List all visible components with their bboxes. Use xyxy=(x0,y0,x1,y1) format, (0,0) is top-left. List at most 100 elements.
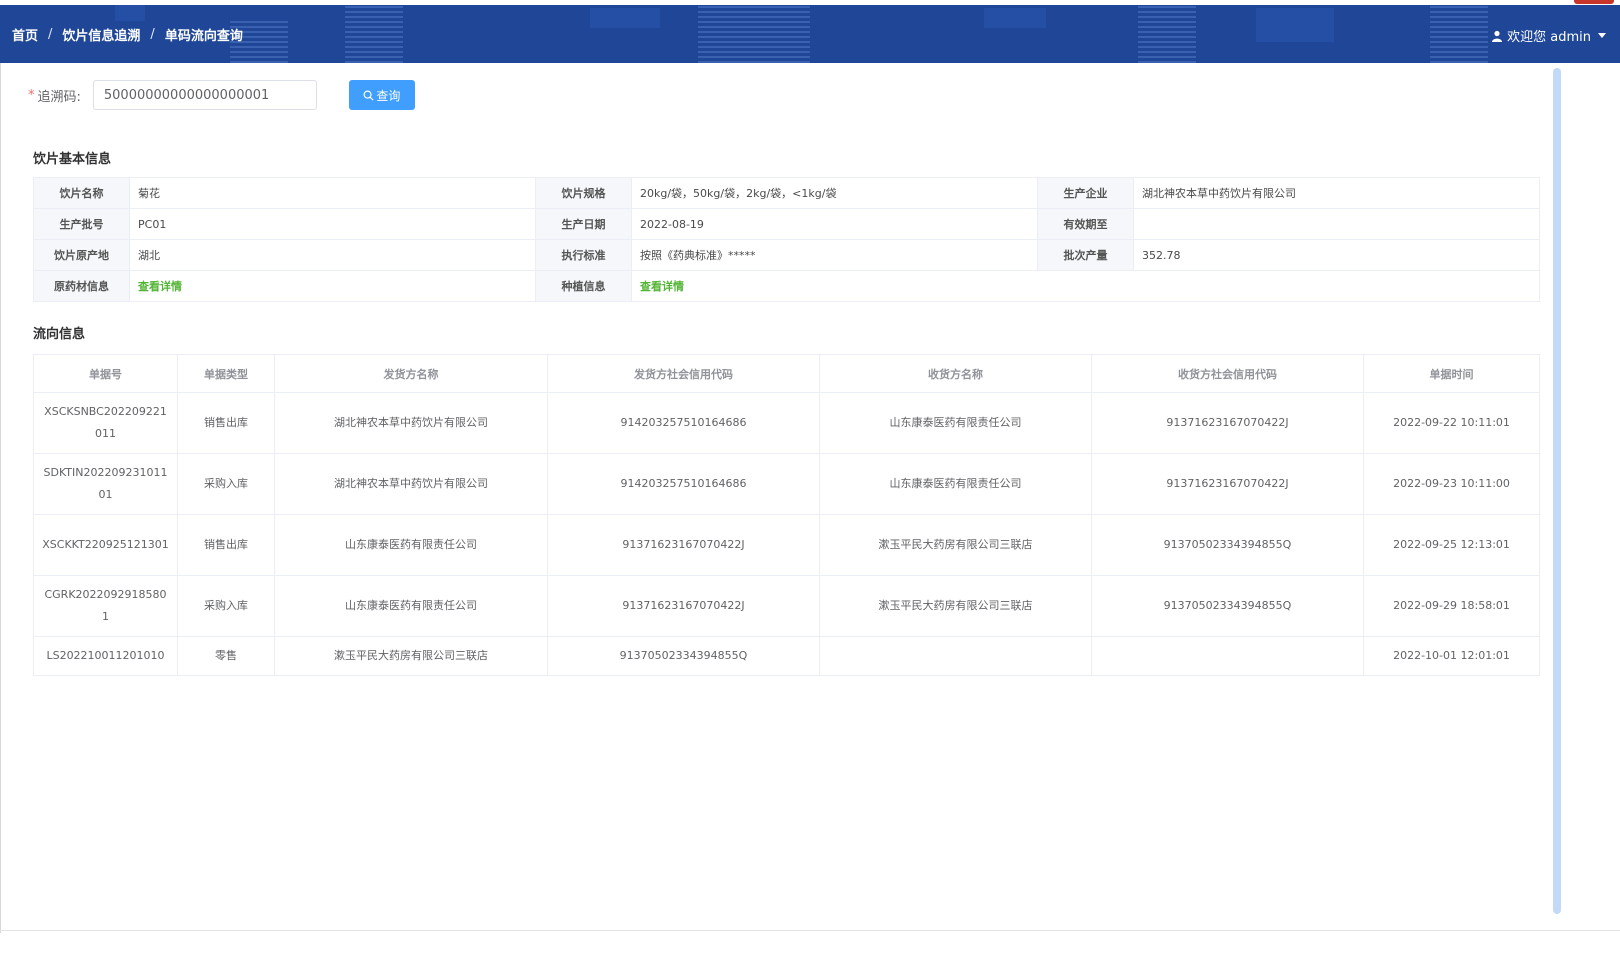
table-row: XSCKKT220925121301 销售出库 山东康泰医药有限责任公司 913… xyxy=(33,514,1540,576)
column-header: 单据类型 xyxy=(177,354,275,393)
cell-sender-code: 914203257510164686 xyxy=(547,453,820,515)
cell-sender-name: 漱玉平民大药房有限公司三联店 xyxy=(274,636,548,676)
user-greeting: 欢迎您 admin xyxy=(1507,30,1591,45)
info-label-prod-date: 生产日期 xyxy=(535,208,632,240)
required-mark: * xyxy=(28,87,35,103)
cell-doc-no: XSCKKT220925121301 xyxy=(33,514,178,576)
cell-doc-type: 销售出库 xyxy=(177,514,275,576)
info-value-raw-material: 查看详情 xyxy=(129,270,536,302)
column-header: 单据号 xyxy=(33,354,178,393)
info-label-name: 饮片名称 xyxy=(33,177,130,209)
vertical-scrollbar[interactable] xyxy=(1553,68,1561,914)
info-value-planting: 查看详情 xyxy=(631,270,1540,302)
cell-doc-no: CGRK20220929185801 xyxy=(33,575,178,637)
search-form: * 追溯码: 查询 xyxy=(28,80,415,110)
info-value-spec: 20kg/袋，50kg/袋，2kg/袋，<1kg/袋 xyxy=(631,177,1038,209)
table-row: CGRK20220929185801 采购入库 山东康泰医药有限责任公司 913… xyxy=(33,575,1540,637)
flow-info-title: 流向信息 xyxy=(33,327,86,342)
cell-doc-no: LS202210011201010 xyxy=(33,636,178,676)
cell-receiver-name: 山东康泰医药有限责任公司 xyxy=(819,453,1092,515)
cell-sender-name: 山东康泰医药有限责任公司 xyxy=(274,575,548,637)
info-label-raw-material: 原药材信息 xyxy=(33,270,130,302)
cell-receiver-code: 91371623167070422J xyxy=(1091,453,1364,515)
top-accent-bar xyxy=(1574,0,1614,4)
breadcrumb-trace[interactable]: 饮片信息追溯 xyxy=(62,25,140,44)
user-menu[interactable]: 欢迎您 admin xyxy=(1491,26,1606,45)
query-button[interactable]: 查询 xyxy=(348,80,415,110)
cell-doc-time: 2022-09-29 18:58:01 xyxy=(1363,575,1540,637)
bottom-border xyxy=(0,930,1620,931)
trace-code-label: 追溯码: xyxy=(37,89,81,105)
cell-doc-time: 2022-10-01 12:01:01 xyxy=(1363,636,1540,676)
header-decoration xyxy=(115,5,145,21)
info-row: 原药材信息 查看详情 种植信息 查看详情 xyxy=(33,270,1540,302)
header-decoration xyxy=(345,5,403,63)
cell-doc-no: XSCKSNBC202209221011 xyxy=(33,392,178,454)
user-icon xyxy=(1492,30,1503,42)
cell-receiver-code xyxy=(1091,636,1364,676)
breadcrumb-separator: / xyxy=(150,27,155,42)
info-value-manufacturer: 湖北神农本草中药饮片有限公司 xyxy=(1133,177,1540,209)
cell-sender-code: 914203257510164686 xyxy=(547,392,820,454)
cell-sender-name: 山东康泰医药有限责任公司 xyxy=(274,514,548,576)
cell-receiver-name: 山东康泰医药有限责任公司 xyxy=(819,392,1092,454)
info-value-standard: 按照《药典标准》***** xyxy=(631,239,1038,271)
cell-doc-type: 零售 xyxy=(177,636,275,676)
info-value-batch: PC01 xyxy=(129,208,536,240)
left-border xyxy=(0,63,1,933)
basic-info-table: 饮片名称 菊花 饮片规格 20kg/袋，50kg/袋，2kg/袋，<1kg/袋 … xyxy=(33,177,1540,302)
cell-receiver-name xyxy=(819,636,1092,676)
cell-sender-code: 91370502334394855Q xyxy=(547,636,820,676)
table-row: SDKTIN20220923101101 采购入库 湖北神农本草中药饮片有限公司… xyxy=(33,453,1540,515)
cell-doc-time: 2022-09-22 10:11:01 xyxy=(1363,392,1540,454)
header-decoration xyxy=(698,5,810,63)
cell-doc-type: 采购入库 xyxy=(177,575,275,637)
column-header: 单据时间 xyxy=(1363,354,1540,393)
cell-doc-time: 2022-09-25 12:13:01 xyxy=(1363,514,1540,576)
breadcrumb: 首页 / 饮片信息追溯 / 单码流向查询 xyxy=(12,25,243,44)
header-decoration xyxy=(984,8,1046,28)
info-label-planting: 种植信息 xyxy=(535,270,632,302)
cell-receiver-code: 91370502334394855Q xyxy=(1091,514,1364,576)
column-header: 发货方社会信用代码 xyxy=(547,354,820,393)
header-bar: 首页 / 饮片信息追溯 / 单码流向查询 欢迎您 admin xyxy=(0,5,1620,63)
breadcrumb-current: 单码流向查询 xyxy=(164,29,243,44)
flow-table: 单据号 单据类型 发货方名称 发货方社会信用代码 收货方名称 收货方社会信用代码… xyxy=(33,354,1540,676)
info-value-output: 352.78 xyxy=(1133,239,1540,271)
cell-doc-time: 2022-09-23 10:11:00 xyxy=(1363,453,1540,515)
raw-material-detail-link[interactable]: 查看详情 xyxy=(138,280,182,293)
header-decoration xyxy=(1430,5,1488,63)
cell-sender-code: 91371623167070422J xyxy=(547,575,820,637)
cell-receiver-name: 漱玉平民大药房有限公司三联店 xyxy=(819,514,1092,576)
info-value-prod-date: 2022-08-19 xyxy=(631,208,1038,240)
info-label-spec: 饮片规格 xyxy=(535,177,632,209)
cell-sender-name: 湖北神农本草中药饮片有限公司 xyxy=(274,392,548,454)
column-header: 发货方名称 xyxy=(274,354,548,393)
query-button-label: 查询 xyxy=(376,88,401,103)
trace-code-input[interactable] xyxy=(92,80,317,110)
info-row: 饮片名称 菊花 饮片规格 20kg/袋，50kg/袋，2kg/袋，<1kg/袋 … xyxy=(33,177,1540,209)
breadcrumb-home[interactable]: 首页 xyxy=(12,25,38,44)
basic-info-title: 饮片基本信息 xyxy=(33,152,112,167)
chevron-down-icon[interactable] xyxy=(1598,33,1606,38)
cell-receiver-code: 91371623167070422J xyxy=(1091,392,1364,454)
header-decoration xyxy=(590,8,660,28)
cell-doc-no: SDKTIN20220923101101 xyxy=(33,453,178,515)
cell-doc-type: 销售出库 xyxy=(177,392,275,454)
info-row: 生产批号 PC01 生产日期 2022-08-19 有效期至 xyxy=(33,208,1540,240)
info-label-expiry: 有效期至 xyxy=(1037,208,1134,240)
table-row: LS202210011201010 零售 漱玉平民大药房有限公司三联店 9137… xyxy=(33,636,1540,676)
header-decoration xyxy=(1256,8,1334,42)
info-label-output: 批次产量 xyxy=(1037,239,1134,271)
column-header: 收货方社会信用代码 xyxy=(1091,354,1364,393)
column-header: 收货方名称 xyxy=(819,354,1092,393)
cell-sender-code: 91371623167070422J xyxy=(547,514,820,576)
planting-detail-link[interactable]: 查看详情 xyxy=(640,280,684,293)
breadcrumb-separator: / xyxy=(48,27,53,42)
search-icon xyxy=(363,90,374,101)
info-value-origin: 湖北 xyxy=(129,239,536,271)
cell-receiver-name: 漱玉平民大药房有限公司三联店 xyxy=(819,575,1092,637)
info-label-standard: 执行标准 xyxy=(535,239,632,271)
info-value-expiry xyxy=(1133,208,1540,240)
info-label-origin: 饮片原产地 xyxy=(33,239,130,271)
